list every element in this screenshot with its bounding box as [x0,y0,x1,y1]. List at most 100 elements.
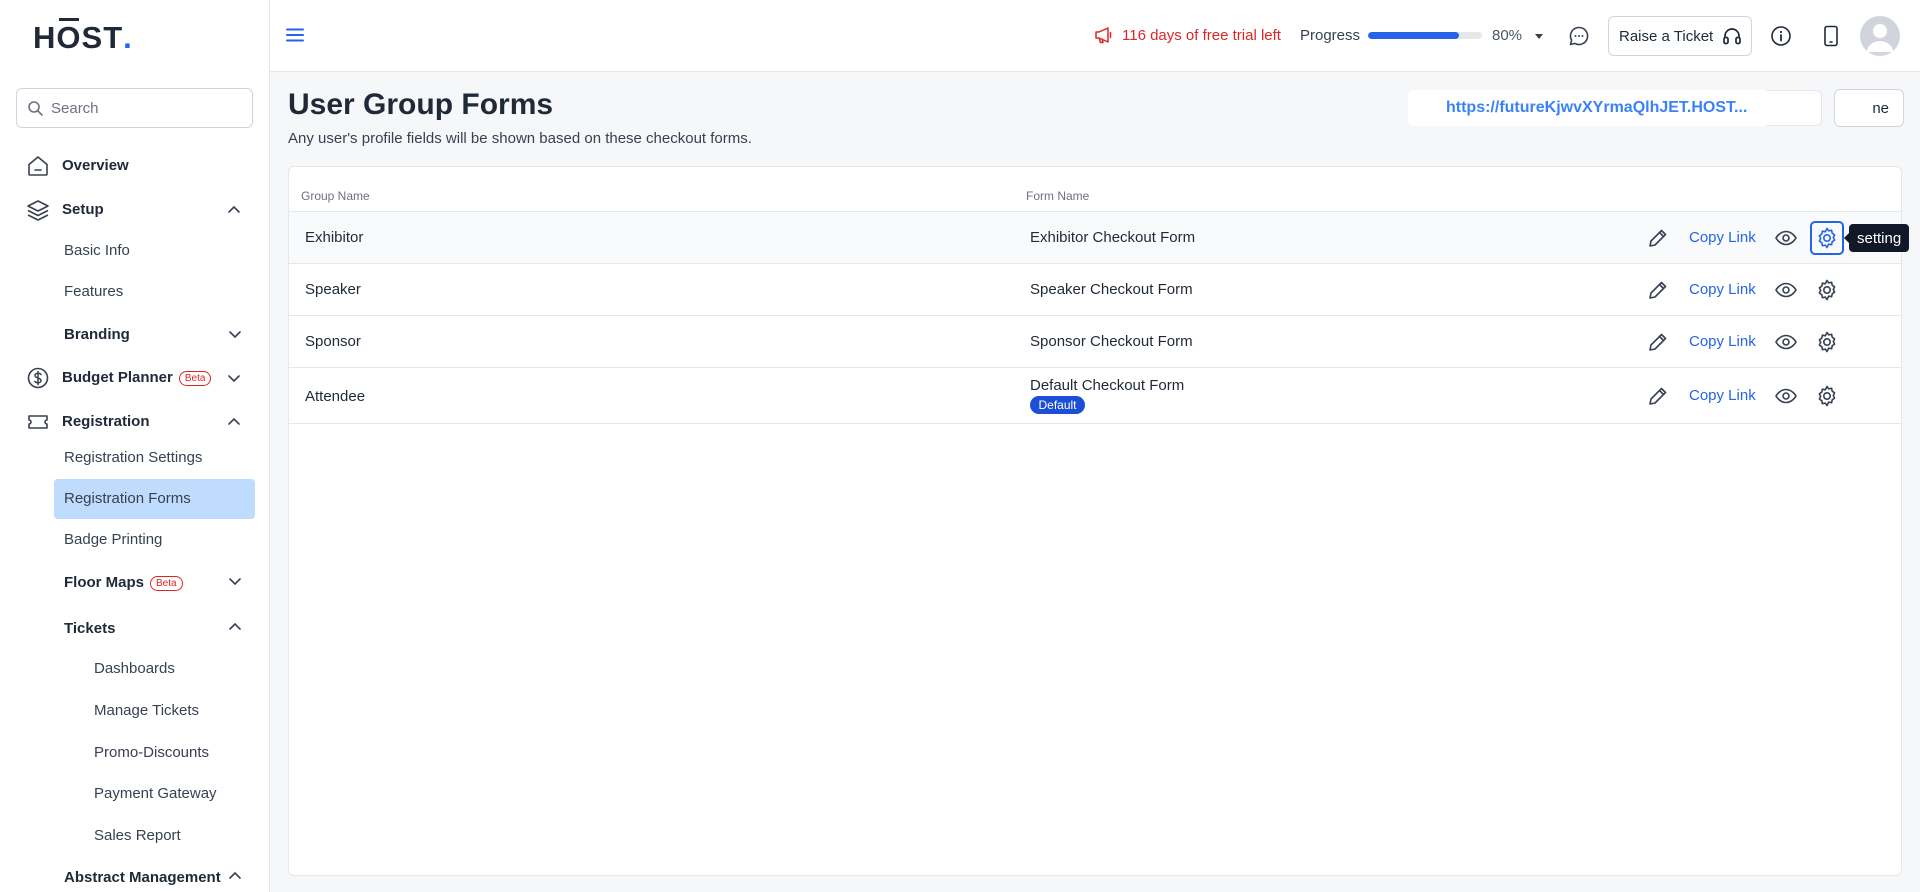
user-avatar[interactable] [1860,16,1900,56]
sidebar-item-label: Manage Tickets [94,702,200,719]
dollar-circle-icon [26,366,50,390]
sidebar-item-label: Basic Info [64,242,130,259]
sidebar-item-label: Tickets [64,620,116,637]
sidebar-item-features[interactable]: Features [0,281,269,303]
sidebar-item-label: Branding [64,326,130,343]
edit-icon[interactable] [1645,329,1671,355]
logo-letter-o: O [56,18,82,55]
page-title: User Group Forms [288,88,554,121]
event-url-field[interactable]: https://futureKjwvXYrmaQlhJET.HOST... [1408,90,1822,126]
sidebar-item-badge-printing[interactable]: Badge Printing [0,529,269,551]
ticket-icon [26,410,50,434]
settings-gear-icon[interactable] [1814,329,1840,355]
sidebar-item-promo-discounts[interactable]: Promo-Discounts [0,742,269,764]
sidebar-item-setup[interactable]: Setup [0,197,269,223]
settings-gear-icon[interactable] [1814,277,1840,303]
settings-gear-icon[interactable] [1810,221,1844,255]
header-group-name: Group Name [301,189,370,203]
search-input[interactable] [51,99,241,117]
floor-maps-text: Floor Maps [64,574,145,591]
eye-icon[interactable] [1773,277,1799,303]
eye-icon[interactable] [1773,225,1799,251]
sidebar-item-label: Registration Forms [64,490,191,507]
logo-letter-h: H [33,20,57,55]
megaphone-icon [1095,27,1112,44]
sidebar-item-label: Dashboards [94,660,175,677]
edit-icon[interactable] [1645,225,1671,251]
group-name-cell: Sponsor [305,333,361,350]
layers-icon [26,198,50,222]
page-subtitle: Any user's profile fields will be shown … [288,130,752,147]
sidebar-item-label: Registration Settings [64,449,203,466]
copy-link-button[interactable]: Copy Link [1689,281,1756,298]
sidebar-item-label: Overview [62,157,129,174]
hamburger-menu-icon[interactable] [286,26,304,44]
sidebar: HOST. Overview Setup Basic Info Features… [0,0,270,892]
sidebar-item-registration-settings[interactable]: Registration Settings [0,447,269,469]
sidebar-item-label: Badge Printing [64,531,163,548]
sidebar-item-sales-report[interactable]: Sales Report [0,825,269,847]
sidebar-item-manage-tickets[interactable]: Manage Tickets [0,700,269,722]
logo-dot: . [123,20,133,55]
sidebar-item-payment-gateway[interactable]: Payment Gateway [0,783,269,805]
progress-percent: 80% [1492,27,1523,44]
sidebar-item-tickets[interactable]: Tickets [0,617,269,639]
copy-link-button[interactable]: Copy Link [1689,229,1756,246]
chevron-up-icon[interactable] [227,619,243,635]
chevron-down-icon[interactable] [226,370,242,386]
setting-tooltip: setting [1843,224,1910,252]
raise-ticket-label: Raise a Ticket [1619,27,1714,45]
settings-gear-icon[interactable] [1814,383,1840,409]
default-badge: Default [1030,396,1085,414]
progress-bar-fill [1368,32,1460,39]
header-form-name: Form Name [1026,189,1090,203]
sidebar-item-label: Promo-Discounts [94,744,210,761]
copy-link-button[interactable]: Copy Link [1689,387,1756,404]
chevron-up-icon[interactable] [226,202,242,218]
home-icon [26,154,50,178]
logo-letters-st: ST [81,20,124,55]
sidebar-item-branding[interactable]: Branding [0,323,269,345]
budget-planner-text: Budget Planner [62,369,173,386]
sidebar-item-registration-forms[interactable]: Registration Forms [0,488,269,510]
copy-link-button[interactable]: Copy Link [1689,333,1756,350]
chevron-down-icon[interactable] [227,573,243,589]
group-name-cell: Attendee [305,388,366,405]
group-name-cell: Speaker [305,281,361,298]
search-icon [28,101,43,116]
trial-text: 116 days of free trial left [1122,26,1281,44]
sidebar-item-basic-info[interactable]: Basic Info [0,240,269,262]
sidebar-item-floor-maps[interactable]: Floor Maps Beta [0,571,269,593]
edit-icon[interactable] [1645,277,1671,303]
raise-ticket-button[interactable]: Raise a Ticket [1608,16,1752,56]
event-url-link[interactable]: https://futureKjwvXYrmaQlhJET.HOST... [1446,99,1758,117]
mobile-icon[interactable] [1819,24,1843,48]
sidebar-item-label: Registration [62,413,150,430]
header-action-button[interactable]: ne [1834,89,1904,127]
beta-badge: Beta [178,370,212,386]
form-name-cell: Exhibitor Checkout Form [1030,229,1196,246]
form-name-cell: Default Checkout Form [1030,377,1185,394]
caret-down-icon[interactable] [1532,29,1546,43]
form-name-cell: Speaker Checkout Form [1030,281,1193,298]
sidebar-item-registration[interactable]: Registration [0,409,269,435]
group-name-cell: Exhibitor [305,229,364,246]
headset-icon [1723,28,1742,45]
url-copy-segment[interactable] [1766,90,1822,126]
sidebar-item-dashboards[interactable]: Dashboards [0,658,269,680]
chevron-down-icon[interactable] [227,326,243,342]
info-icon[interactable] [1769,24,1793,48]
eye-icon[interactable] [1773,383,1799,409]
sidebar-item-budget-planner[interactable]: Budget Planner Beta [0,365,269,391]
sidebar-item-label: Sales Report [94,827,181,844]
chat-icon[interactable] [1567,24,1591,48]
sidebar-item-abstract-management[interactable]: Abstract Management [0,866,269,888]
chevron-up-icon[interactable] [227,868,243,884]
sidebar-item-overview[interactable]: Overview [0,153,269,179]
search-box[interactable] [16,88,253,128]
host-logo[interactable]: H O ST. [33,18,133,56]
eye-icon[interactable] [1773,329,1799,355]
chevron-up-icon[interactable] [226,414,242,430]
edit-icon[interactable] [1645,383,1671,409]
sidebar-item-label: Budget Planner Beta [62,369,212,386]
